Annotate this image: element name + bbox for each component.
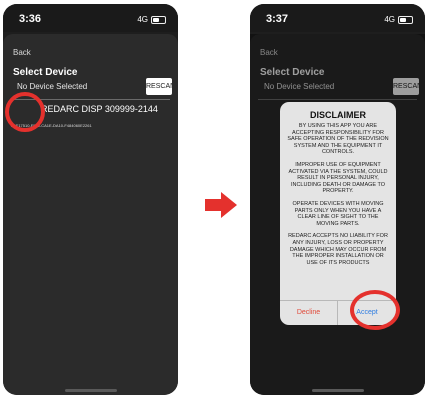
dialog-body: BY USING THIS APP YOU ARE ACCEPTING RESP… (287, 123, 389, 272)
battery-icon (398, 16, 413, 24)
back-button[interactable]: Back (13, 48, 31, 57)
phone-screen-before: 3:36 4G Back Select Device No Device Sel… (3, 4, 178, 395)
battery-icon (151, 16, 166, 24)
network-indicator: 4G (384, 15, 395, 24)
home-indicator (65, 389, 117, 392)
device-list-item-name[interactable]: REDARC DISP 309999-2144 (41, 104, 158, 114)
phone-screen-after: 3:37 4G Back Select Device No Device Sel… (250, 4, 425, 395)
selected-device-label: No Device Selected (17, 82, 88, 91)
disclaimer-paragraph: IMPROPER USE OF EQUIPMENT ACTIVATED VIA … (288, 161, 388, 195)
device-sheet: Back Select Device No Device Selected RE… (3, 34, 178, 395)
status-bar: 3:37 4G (250, 4, 425, 32)
dialog-title: DISCLAIMER (310, 110, 366, 120)
right-arrow-icon (205, 192, 237, 218)
decline-button[interactable]: Decline (280, 301, 337, 325)
status-bar: 3:36 4G (3, 4, 178, 32)
status-time: 3:36 (19, 13, 42, 25)
network-indicator: 4G (137, 15, 148, 24)
disclaimer-paragraph: OPERATE DEVICES WITH MOVING PARTS ONLY W… (292, 200, 384, 227)
home-indicator (312, 389, 364, 392)
highlight-circle-accept (350, 290, 400, 330)
rescan-button[interactable]: RESCAN (146, 78, 172, 95)
disclaimer-paragraph: BY USING THIS APP YOU ARE ACCEPTING RESP… (287, 123, 389, 156)
status-time: 3:37 (266, 13, 289, 25)
highlight-circle-device (5, 92, 45, 132)
disclaimer-paragraph: REDARC ACCEPTS NO LIABILITY FOR ANY INJU… (288, 233, 388, 266)
page-title: Select Device (13, 67, 78, 78)
